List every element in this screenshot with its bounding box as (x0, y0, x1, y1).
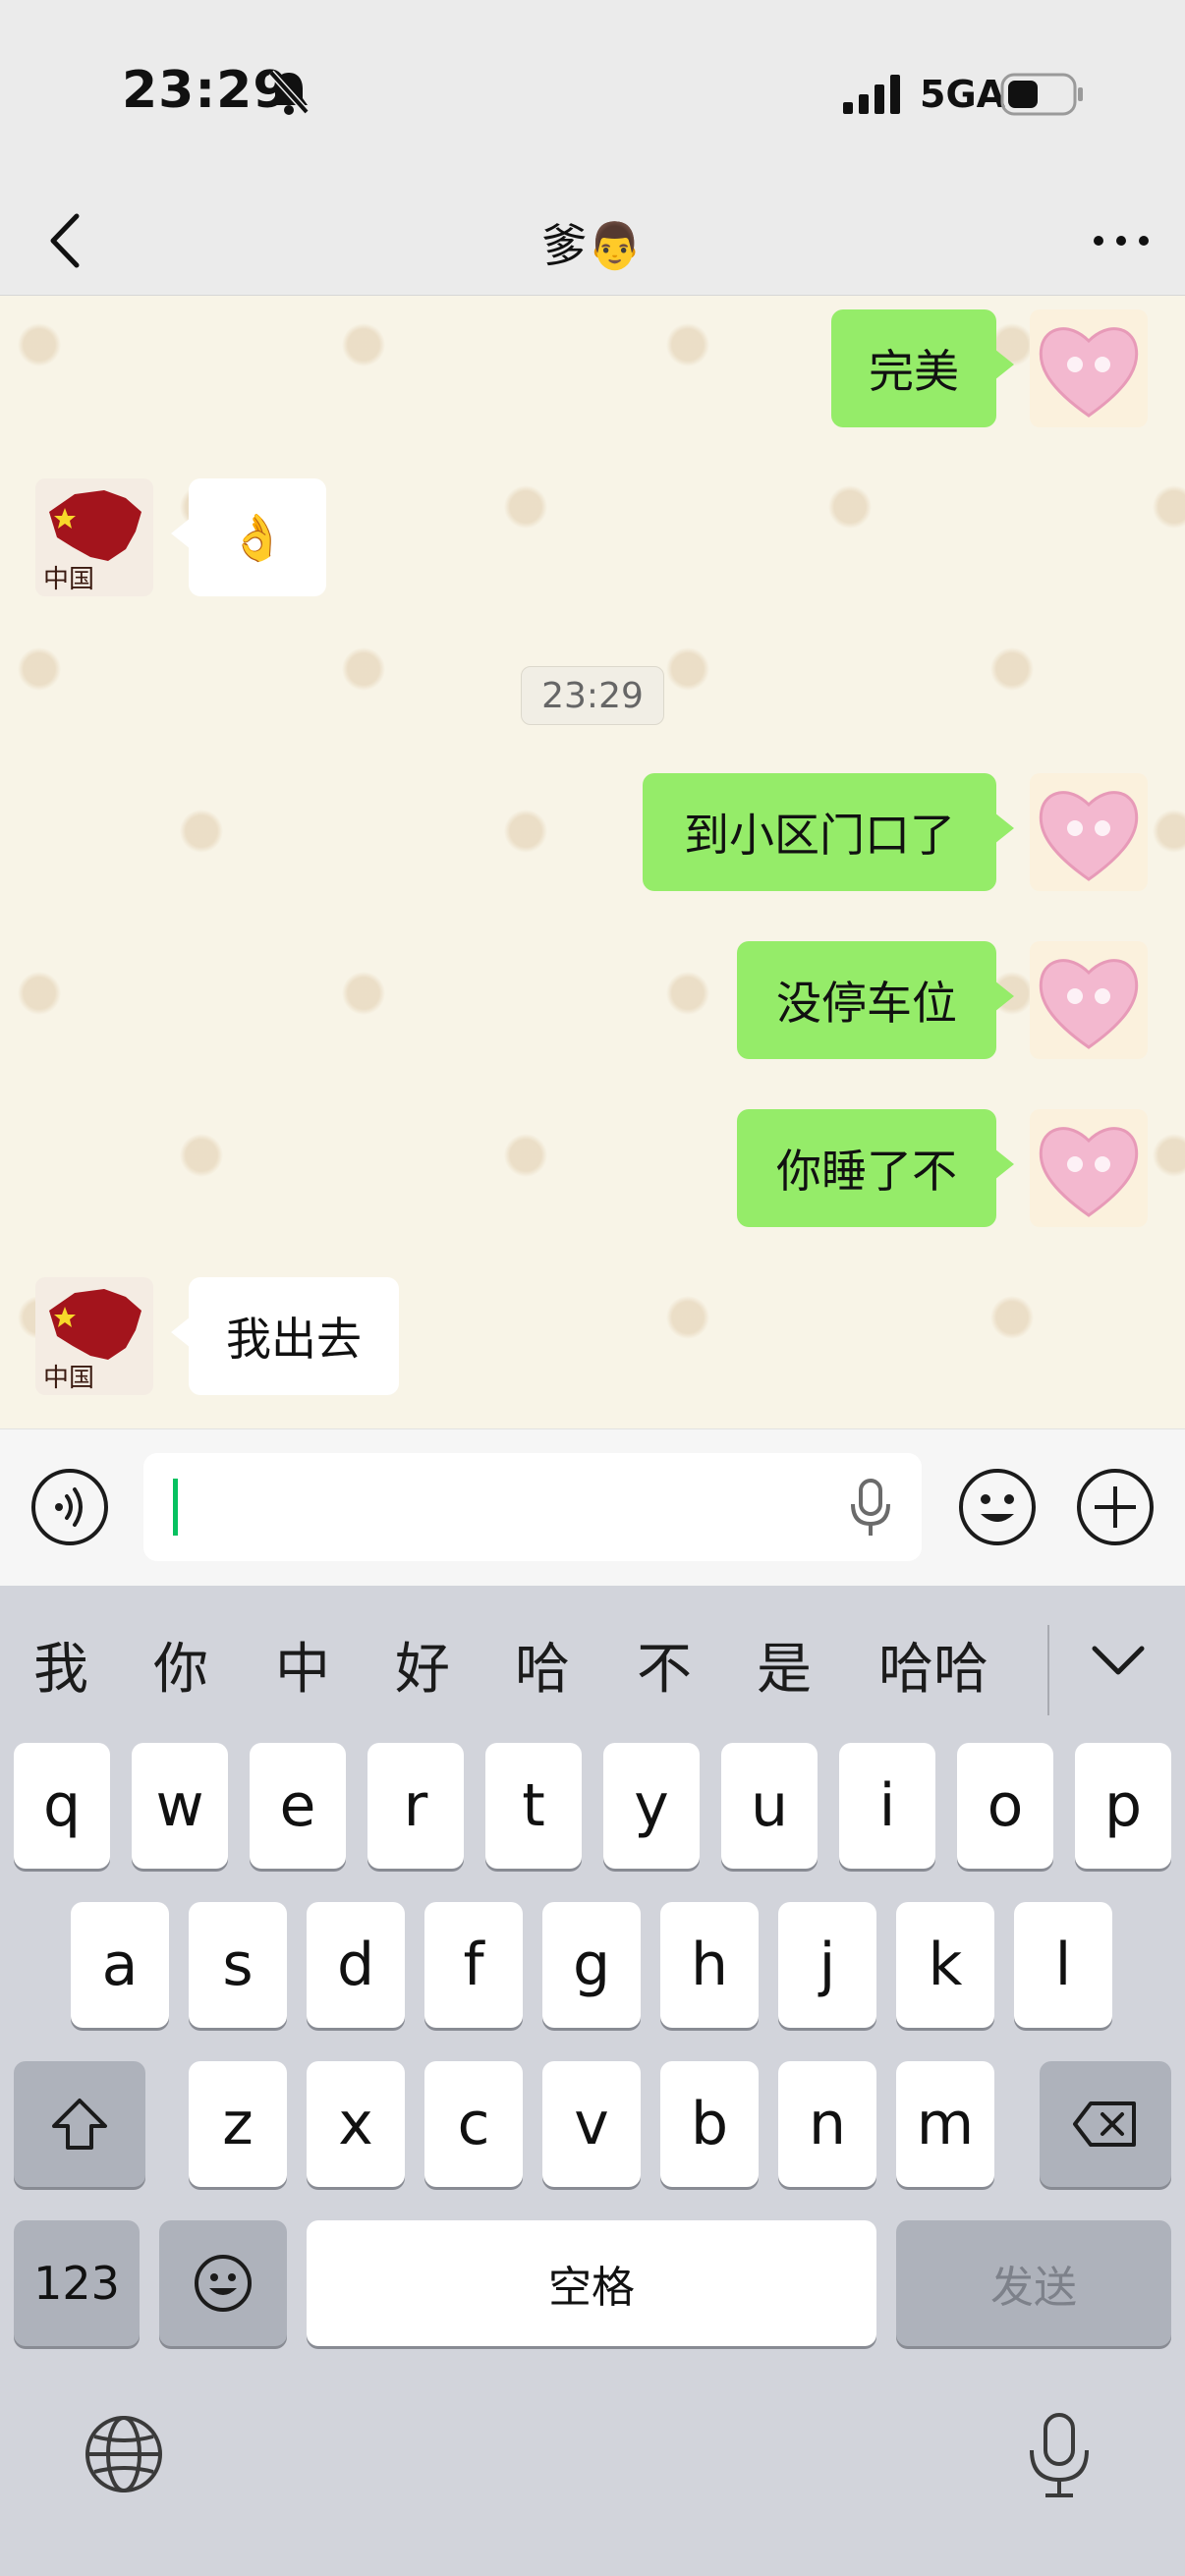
message-bubble-sent[interactable]: 你睡了不 (737, 1109, 1014, 1227)
my-avatar[interactable] (1030, 1109, 1148, 1227)
key-u[interactable]: u (721, 1743, 818, 1869)
globe-icon[interactable] (83, 2413, 165, 2495)
more-icon[interactable] (1087, 216, 1156, 265)
message-bubble-sent[interactable]: 完美 (831, 309, 1014, 427)
numbers-key[interactable]: 123 (14, 2220, 140, 2346)
key-p[interactable]: p (1075, 1743, 1171, 1869)
text-caret (173, 1479, 178, 1536)
emoji-key[interactable] (159, 2220, 287, 2346)
space-key[interactable]: 空格 (307, 2220, 876, 2346)
key-b[interactable]: b (660, 2061, 759, 2187)
contact-avatar[interactable]: 中国 (35, 478, 153, 596)
chat-title: 爹👨 (541, 219, 644, 272)
key-o[interactable]: o (957, 1743, 1053, 1869)
key-j[interactable]: j (778, 1902, 876, 2028)
avatar-caption: 中国 (43, 1364, 95, 1393)
key-s[interactable]: s (189, 1902, 287, 2028)
battery-icon (1000, 73, 1083, 116)
candidate-word[interactable]: 不 (637, 1625, 692, 1705)
message-input[interactable] (143, 1453, 922, 1561)
message-timestamp: 23:29 (521, 666, 664, 725)
heart-avatar-icon (1039, 791, 1139, 881)
key-x[interactable]: x (307, 2061, 405, 2187)
key-a[interactable]: a (71, 1902, 169, 2028)
message-bubble-sent[interactable]: 到小区门口了 (643, 773, 1014, 891)
candidate-bar: 我 你 中 好 哈 不 是 哈哈 (0, 1586, 1185, 1723)
candidate-word[interactable]: 好 (395, 1625, 450, 1705)
key-c[interactable]: c (424, 2061, 523, 2187)
key-t[interactable]: t (485, 1743, 582, 1869)
my-avatar[interactable] (1030, 773, 1148, 891)
signal-icon (843, 75, 900, 114)
key-n[interactable]: n (778, 2061, 876, 2187)
emoji-keyboard-icon (195, 2255, 252, 2312)
mic-icon[interactable] (849, 1477, 892, 1540)
plus-icon[interactable] (1075, 1467, 1156, 1547)
emoji-icon[interactable] (957, 1467, 1038, 1547)
network-type: 5GA (920, 73, 1006, 116)
candidate-divider (1047, 1625, 1049, 1715)
key-z[interactable]: z (189, 2061, 287, 2187)
key-q[interactable]: q (14, 1743, 110, 1869)
my-avatar[interactable] (1030, 309, 1148, 427)
key-v[interactable]: v (542, 2061, 641, 2187)
key-d[interactable]: d (307, 1902, 405, 2028)
key-i[interactable]: i (839, 1743, 935, 1869)
message-bubble-received[interactable]: 我出去 (171, 1277, 399, 1395)
heart-avatar-icon (1039, 1127, 1139, 1217)
status-time: 23:29 (122, 61, 290, 120)
candidate-word[interactable]: 是 (757, 1625, 812, 1705)
key-g[interactable]: g (542, 1902, 641, 2028)
candidate-word[interactable]: 哈哈 (878, 1625, 988, 1705)
key-m[interactable]: m (896, 2061, 994, 2187)
shift-icon (52, 2099, 107, 2150)
candidate-word[interactable]: 我 (33, 1625, 88, 1705)
contact-avatar[interactable]: 中国 (35, 1277, 153, 1395)
candidate-word[interactable]: 哈 (515, 1625, 570, 1705)
input-bar (0, 1428, 1185, 1587)
send-key[interactable]: 发送 (896, 2220, 1171, 2346)
key-k[interactable]: k (896, 1902, 994, 2028)
heart-avatar-icon (1039, 959, 1139, 1049)
bell-slash-icon (268, 70, 310, 115)
avatar-caption: 中国 (43, 565, 95, 594)
key-w[interactable]: w (132, 1743, 228, 1869)
backspace-icon (1073, 2101, 1136, 2147)
key-h[interactable]: h (660, 1902, 759, 2028)
heart-avatar-icon (1039, 327, 1139, 418)
message-bubble-sent[interactable]: 没停车位 (737, 941, 1014, 1059)
nav-bar: 爹👨 (0, 187, 1185, 296)
key-y[interactable]: y (603, 1743, 700, 1869)
candidate-word[interactable]: 中 (275, 1625, 330, 1705)
candidate-word[interactable]: 你 (153, 1625, 208, 1705)
shift-key[interactable] (14, 2061, 145, 2187)
message-bubble-received[interactable]: 👌 (171, 478, 326, 596)
backspace-key[interactable] (1040, 2061, 1171, 2187)
dictation-mic-icon[interactable] (1022, 2411, 1097, 2499)
chevron-down-icon[interactable] (1089, 1641, 1148, 1680)
voice-icon[interactable] (29, 1467, 110, 1547)
keyboard: 我 你 中 好 哈 不 是 哈哈 q w e r t y u i o p a s… (0, 1586, 1185, 2576)
key-e[interactable]: e (250, 1743, 346, 1869)
key-l[interactable]: l (1014, 1902, 1112, 2028)
status-bar: 23:29 5GA (0, 0, 1185, 187)
key-f[interactable]: f (424, 1902, 523, 2028)
key-r[interactable]: r (367, 1743, 464, 1869)
chat-area[interactable]: 完美 中国 👌 23:29 到小区门口了 没停车位 你睡了不 中国 我出去 (0, 296, 1185, 1428)
my-avatar[interactable] (1030, 941, 1148, 1059)
